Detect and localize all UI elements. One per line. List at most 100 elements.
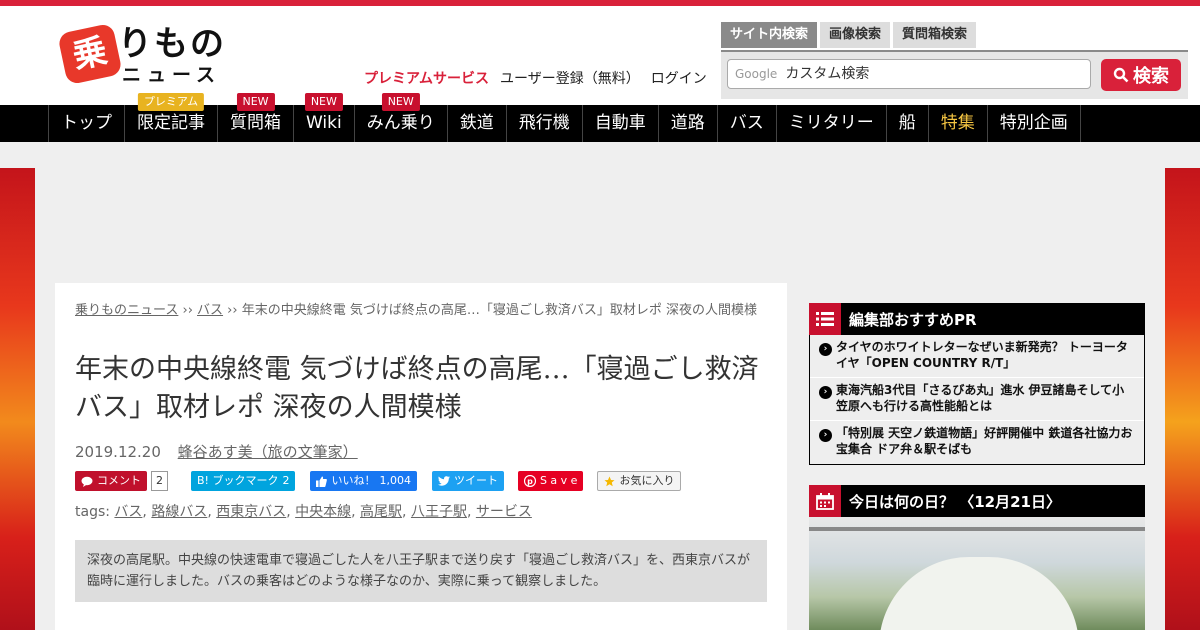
tag-link[interactable]: 路線バス xyxy=(151,504,207,520)
nav-item-label: 限定記事 xyxy=(137,113,205,133)
pr-item-text: 「特別展 天空ノ鉄道物語」好評開催中 鉄道各社協力お宝集合 ドア弁＆駅そばも xyxy=(836,426,1133,456)
nav-item[interactable]: 船 xyxy=(887,105,929,142)
comment-button[interactable]: コメント xyxy=(75,471,147,491)
pr-item[interactable]: › 東海汽船3代目「さるびあ丸」進水 伊豆諸島そして小笠原へも行ける高性能船とは xyxy=(810,378,1144,421)
nav-item[interactable]: 特別企画 xyxy=(988,105,1081,142)
pr-item-text: 東海汽船3代目「さるびあ丸」進水 伊豆諸島そして小笠原へも行ける高性能船とは xyxy=(836,383,1125,413)
train-nose xyxy=(879,557,1079,630)
nav-item[interactable]: 特集 xyxy=(929,105,988,142)
nav-item[interactable]: バス xyxy=(718,105,777,142)
today-image[interactable] xyxy=(809,517,1145,630)
like-count: 1,004 xyxy=(379,474,411,487)
breadcrumb-sep: ›› xyxy=(178,303,198,318)
breadcrumb-home[interactable]: 乗りものニュース xyxy=(75,303,178,318)
list-icon xyxy=(809,303,841,335)
main-nav: トップ 限定記事 プレミアム 質問箱 NEW Wiki NEW みん乗り NEW 鉄道 飛行機 自動車… xyxy=(0,93,1200,142)
nav-item[interactable]: 鉄道 xyxy=(448,105,507,142)
sidebar: 編集部おすすめPR › タイヤのホワイトレターなぜいま新発売？ トーヨータイヤ「O… xyxy=(809,303,1145,630)
breadcrumb-category[interactable]: バス xyxy=(197,303,223,318)
chevron-right-icon: › xyxy=(819,343,832,356)
like-label: いいね！ xyxy=(331,474,376,487)
article-title: 年末の中央線終電 気づけば終点の高尾…「寝過ごし救済バス」取材レポ 深夜の人間模… xyxy=(75,354,759,423)
station-roof xyxy=(809,527,1145,531)
pinterest-icon: p xyxy=(523,475,536,487)
nav-item[interactable]: 道路 xyxy=(659,105,718,142)
hatena-label: B! ブックマーク xyxy=(197,474,279,487)
search-button[interactable]: 検索 xyxy=(1101,59,1181,91)
search-input[interactable]: Google カスタム検索 xyxy=(727,59,1091,89)
login-link[interactable]: ログイン xyxy=(651,68,707,88)
today-box: 今日は何の日？ 〈12月21日〉 xyxy=(809,485,1145,630)
today-box-title: 今日は何の日？ 〈12月21日〉 xyxy=(849,492,1061,511)
speech-bubble-icon xyxy=(81,476,93,487)
article-main: 乗りものニュース ›› バス ›› 年末の中央線終電 気づけば終点の高尾…「寝過… xyxy=(55,283,787,630)
pr-box-header: 編集部おすすめPR xyxy=(809,303,1145,335)
side-ad-left[interactable] xyxy=(0,168,35,630)
nav-item-label: 質問箱 xyxy=(230,113,281,133)
premium-service-link[interactable]: プレミアムサービス xyxy=(364,68,489,88)
header-links: プレミアムサービス ユーザー登録（無料） ログイン xyxy=(364,68,707,88)
pr-box-title: 編集部おすすめPR xyxy=(849,310,977,329)
side-ad-right[interactable] xyxy=(1165,168,1200,630)
nav-item[interactable]: みん乗り NEW xyxy=(355,93,448,142)
nav-item-label: トップ xyxy=(61,113,112,133)
nav-item[interactable]: 限定記事 プレミアム xyxy=(125,93,218,142)
tweet-label: ツイート xyxy=(453,474,498,487)
pin-label: S a v e xyxy=(539,474,578,487)
pr-list: › タイヤのホワイトレターなぜいま新発売？ トーヨータイヤ「OPEN COUNTR… xyxy=(809,335,1145,465)
tag-link[interactable]: 中央本線 xyxy=(295,504,351,520)
nav-badge: NEW xyxy=(236,93,275,111)
nav-item[interactable]: 質問箱 NEW xyxy=(218,93,294,142)
nav-item-label: 特別企画 xyxy=(999,113,1068,133)
hatena-bookmark-button[interactable]: B! ブックマーク 2 xyxy=(191,471,296,491)
nav-item-label: 自動車 xyxy=(594,113,646,133)
pr-item[interactable]: › 「特別展 天空ノ鉄道物語」好評開催中 鉄道各社協力お宝集合 ドア弁＆駅そばも xyxy=(810,421,1144,464)
nav-item[interactable]: Wiki NEW xyxy=(294,93,355,142)
calendar-icon xyxy=(809,485,841,517)
article-author[interactable]: 蜂谷あす美（旅の文筆家） xyxy=(178,443,358,461)
site-logo[interactable]: 乗 りもの ニュース xyxy=(57,22,228,88)
nav-item-label: Wiki xyxy=(306,113,342,133)
logo-subtext: ニュース xyxy=(122,64,222,86)
favorite-button[interactable]: お気に入り xyxy=(597,471,682,491)
today-box-header: 今日は何の日？ 〈12月21日〉 xyxy=(809,485,1145,517)
nav-item-label: 鉄道 xyxy=(459,113,494,133)
search-box: Google カスタム検索 検索 xyxy=(721,50,1188,99)
tag-link[interactable]: バス xyxy=(114,504,142,520)
google-label: Google xyxy=(735,67,778,81)
pinterest-save-button[interactable]: p S a v e xyxy=(517,471,584,491)
tweet-button[interactable]: ツイート xyxy=(431,471,504,491)
nav-item[interactable]: 飛行機 xyxy=(507,105,583,142)
chevron-right-icon: › xyxy=(819,386,832,399)
pr-item[interactable]: › タイヤのホワイトレターなぜいま新発売？ トーヨータイヤ「OPEN COUNTR… xyxy=(810,335,1144,378)
tags-label: tags: xyxy=(75,504,110,520)
search-icon xyxy=(1113,67,1129,83)
logo-text: りもの xyxy=(118,24,226,64)
tab-question-search[interactable]: 質問箱検索 xyxy=(893,22,977,48)
article-lead: 深夜の高尾駅。中央線の快速電車で寝過ごした人を八王子駅まで送り戻す「寝過ごし救済… xyxy=(75,540,767,602)
svg-text:p: p xyxy=(527,477,533,486)
chevron-right-icon: › xyxy=(819,429,832,442)
logo-mark: 乗 xyxy=(57,22,123,86)
thumbs-up-icon xyxy=(316,476,328,487)
nav-item[interactable]: ミリタリー xyxy=(777,105,887,142)
nav-badge: プレミアム xyxy=(137,93,205,111)
search-placeholder: カスタム検索 xyxy=(785,66,870,82)
register-link[interactable]: ユーザー登録（無料） xyxy=(500,68,640,88)
tag-link[interactable]: 八王子駅 xyxy=(411,504,467,520)
facebook-like-button[interactable]: いいね！ 1,004 xyxy=(310,471,417,491)
nav-item[interactable]: 自動車 xyxy=(583,105,659,142)
nav-item-label: 船 xyxy=(898,113,916,133)
nav-item[interactable]: トップ xyxy=(49,105,125,142)
tab-image-search[interactable]: 画像検索 xyxy=(820,22,891,48)
tag-link[interactable]: サービス xyxy=(476,504,532,520)
breadcrumb: 乗りものニュース ›› バス ›› 年末の中央線終電 気づけば終点の高尾…「寝過… xyxy=(75,301,770,320)
breadcrumb-sep: ›› xyxy=(223,303,242,318)
star-icon xyxy=(604,476,615,486)
nav-item-label: 飛行機 xyxy=(518,113,570,133)
site-header: 乗 りもの ニュース プレミアムサービス ユーザー登録（無料） ログイン サイト… xyxy=(0,6,1200,105)
search-button-label: 検索 xyxy=(1133,66,1169,87)
tab-site-search[interactable]: サイト内検索 xyxy=(721,22,818,48)
tag-link[interactable]: 高尾駅 xyxy=(360,504,402,520)
tag-link[interactable]: 西東京バス xyxy=(216,504,286,520)
